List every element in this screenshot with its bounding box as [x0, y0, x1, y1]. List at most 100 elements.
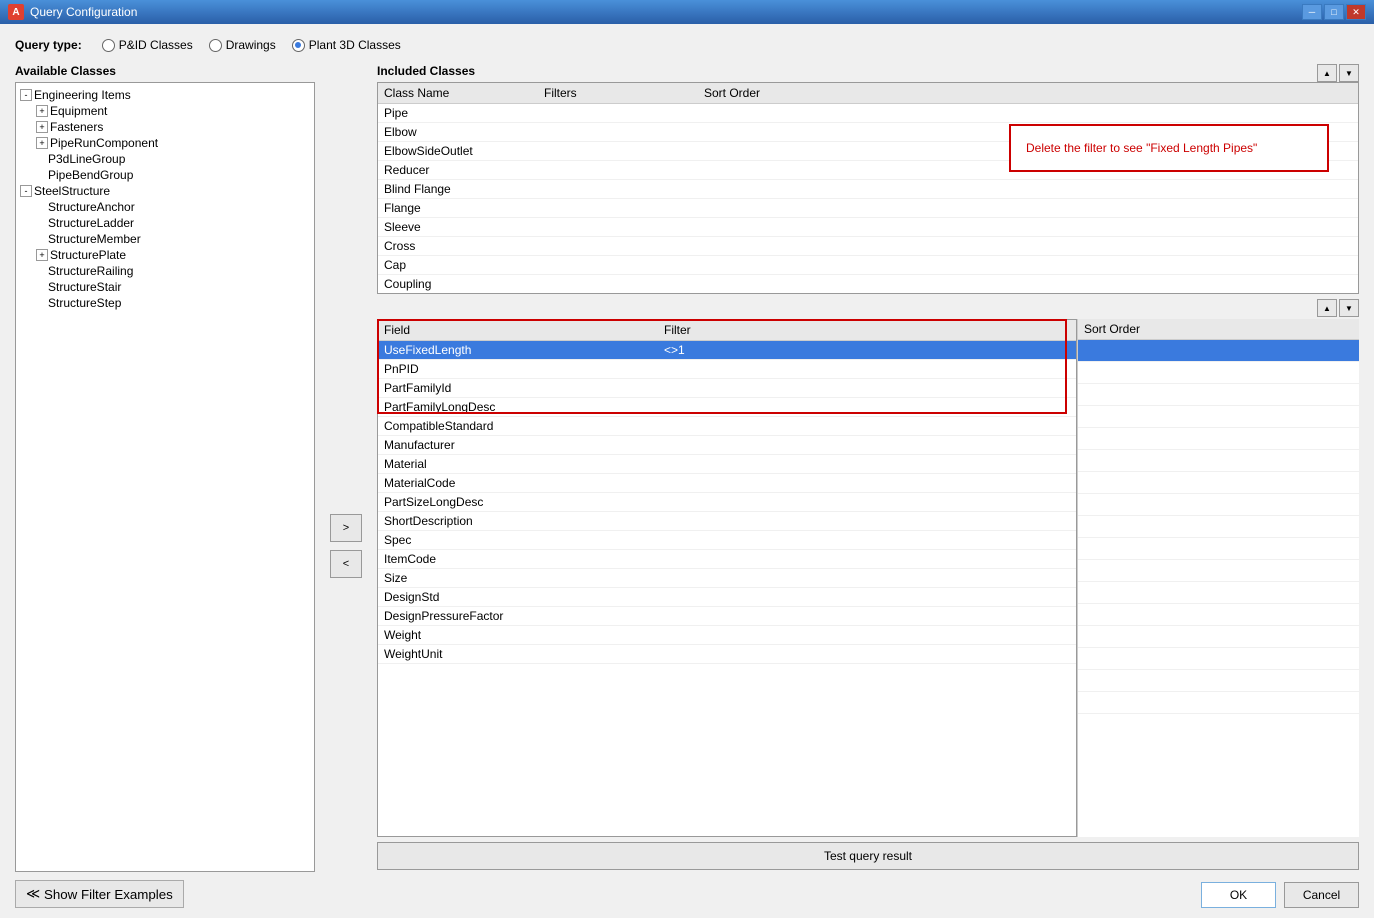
list-item[interactable]: PnPID	[378, 360, 1076, 379]
list-item[interactable]: DesignStd	[378, 588, 1076, 607]
ok-button[interactable]: OK	[1201, 882, 1276, 908]
sort-order-row[interactable]	[1078, 340, 1359, 362]
list-item[interactable]: Manufacturer	[378, 436, 1076, 455]
col-field: Field	[378, 320, 658, 341]
list-item[interactable]: Size	[378, 569, 1076, 588]
tree-item-p3dlinegroup[interactable]: P3dLineGroup	[20, 151, 310, 167]
sort-order-row[interactable]	[1078, 494, 1359, 516]
tree-item-steelstructure[interactable]: - SteelStructure	[20, 183, 310, 199]
list-item[interactable]: DesignPressureFactor	[378, 607, 1076, 626]
show-filter-examples-button[interactable]: ≪ Show Filter Examples	[15, 880, 184, 908]
table-row[interactable]: Blind Flange	[378, 180, 1358, 199]
expand-icon-fasteners[interactable]: +	[36, 121, 48, 133]
sort-order-row[interactable]	[1078, 406, 1359, 428]
sort-order-fields-container[interactable]	[1078, 340, 1359, 837]
tree-item-structuremember[interactable]: StructureMember	[20, 231, 310, 247]
sort-order-row[interactable]	[1078, 692, 1359, 714]
sort-order-row[interactable]	[1078, 604, 1359, 626]
tooltip-box: Delete the filter to see "Fixed Length P…	[1009, 124, 1329, 172]
table-row[interactable]: Coupling	[378, 275, 1358, 294]
included-classes-table-container[interactable]: Class Name Filters Sort Order PipeElbowE…	[377, 82, 1359, 294]
sort-order-row[interactable]	[1078, 472, 1359, 494]
list-item[interactable]: Material	[378, 455, 1076, 474]
table-row[interactable]: Flange	[378, 199, 1358, 218]
radio-drawings[interactable]: Drawings	[209, 38, 276, 52]
sort-order-row[interactable]	[1078, 648, 1359, 670]
expand-icon-structureplate[interactable]: +	[36, 249, 48, 261]
minimize-button[interactable]: ─	[1302, 4, 1322, 20]
tooltip-text: Delete the filter to see "Fixed Length P…	[1026, 141, 1257, 155]
list-item[interactable]: MaterialCode	[378, 474, 1076, 493]
list-item[interactable]: PartFamilyLongDesc	[378, 398, 1076, 417]
list-item[interactable]: PartSizeLongDesc	[378, 493, 1076, 512]
content-area: Available Classes - Engineering Items + …	[15, 64, 1359, 908]
scroll-up-included[interactable]: ▲	[1317, 64, 1337, 82]
tree-item-structureplate[interactable]: + StructurePlate	[20, 247, 310, 263]
tree-item-structurestep[interactable]: StructureStep	[20, 295, 310, 311]
tree-label-structurerailing: StructureRailing	[48, 264, 133, 278]
main-window: Query type: P&ID Classes Drawings Plant …	[0, 24, 1374, 918]
tree-label-piperuncomponent: PipeRunComponent	[50, 136, 158, 150]
add-class-button[interactable]: >	[330, 514, 362, 542]
sort-order-row[interactable]	[1078, 362, 1359, 384]
available-classes-tree[interactable]: - Engineering Items + Equipment + Fasten…	[15, 82, 315, 872]
sort-order-row[interactable]	[1078, 428, 1359, 450]
fields-scroll-arrows: ▲ ▼	[377, 299, 1359, 317]
tree-label-p3dlinegroup: P3dLineGroup	[48, 152, 125, 166]
tree-item-structurerailing[interactable]: StructureRailing	[20, 263, 310, 279]
tree-item-piperuncomponent[interactable]: + PipeRunComponent	[20, 135, 310, 151]
list-item[interactable]: WeightUnit	[378, 645, 1076, 664]
sort-order-row[interactable]	[1078, 384, 1359, 406]
sort-order-row[interactable]	[1078, 538, 1359, 560]
list-item[interactable]: PartFamilyId	[378, 379, 1076, 398]
expand-icon-equipment[interactable]: +	[36, 105, 48, 117]
list-item[interactable]: CompatibleStandard	[378, 417, 1076, 436]
tree-item-structurestair[interactable]: StructureStair	[20, 279, 310, 295]
table-row[interactable]: Cross	[378, 237, 1358, 256]
cancel-button[interactable]: Cancel	[1284, 882, 1359, 908]
list-item[interactable]: ItemCode	[378, 550, 1076, 569]
table-row[interactable]: Cap	[378, 256, 1358, 275]
list-item[interactable]: Spec	[378, 531, 1076, 550]
expand-icon-engineering[interactable]: -	[20, 89, 32, 101]
scroll-up-fields[interactable]: ▲	[1317, 299, 1337, 317]
tree-label-engineering-items: Engineering Items	[34, 88, 131, 102]
list-item[interactable]: UseFixedLength<>1	[378, 341, 1076, 360]
sort-order-row[interactable]	[1078, 582, 1359, 604]
sort-order-row[interactable]	[1078, 670, 1359, 692]
tree-item-equipment[interactable]: + Equipment	[20, 103, 310, 119]
sort-order-row[interactable]	[1078, 516, 1359, 538]
test-query-button[interactable]: Test query result	[377, 842, 1359, 870]
tree-item-structureladder[interactable]: StructureLadder	[20, 215, 310, 231]
sort-order-row[interactable]	[1078, 560, 1359, 582]
list-item[interactable]: Weight	[378, 626, 1076, 645]
scroll-down-fields[interactable]: ▼	[1339, 299, 1359, 317]
fields-table-container[interactable]: Field Filter UseFixedLength<>1PnPIDPartF…	[377, 319, 1077, 837]
expand-icon-steelstructure[interactable]: -	[20, 185, 32, 197]
remove-class-button[interactable]: <	[330, 550, 362, 578]
right-panel: Included Classes ▲ ▼ Class Name Filters …	[377, 64, 1359, 908]
included-classes-section: Included Classes ▲ ▼ Class Name Filters …	[377, 64, 1359, 294]
list-item[interactable]: ShortDescription	[378, 512, 1076, 531]
middle-buttons: > <	[325, 184, 367, 908]
scroll-down-included[interactable]: ▼	[1339, 64, 1359, 82]
tree-item-fasteners[interactable]: + Fasteners	[20, 119, 310, 135]
maximize-button[interactable]: □	[1324, 4, 1344, 20]
table-row[interactable]: Pipe	[378, 104, 1358, 123]
tree-label-pipebendgroup: PipeBendGroup	[48, 168, 133, 182]
radio-pid[interactable]: P&ID Classes	[102, 38, 193, 52]
sort-order-row[interactable]	[1078, 626, 1359, 648]
app-icon: A	[8, 4, 24, 20]
sort-order-row[interactable]	[1078, 450, 1359, 472]
title-bar-text: Query Configuration	[30, 5, 137, 19]
tree-item-pipebendgroup[interactable]: PipeBendGroup	[20, 167, 310, 183]
table-row[interactable]: Sleeve	[378, 218, 1358, 237]
close-button[interactable]: ✕	[1346, 4, 1366, 20]
tree-label-structuremember: StructureMember	[48, 232, 141, 246]
tree-item-engineering-items[interactable]: - Engineering Items	[20, 87, 310, 103]
expand-icon-piperuncomponent[interactable]: +	[36, 137, 48, 149]
radio-plant3d[interactable]: Plant 3D Classes	[292, 38, 401, 52]
title-bar-controls: ─ □ ✕	[1302, 4, 1366, 20]
tree-item-structureanchor[interactable]: StructureAnchor	[20, 199, 310, 215]
show-filter-expand-icon: ≪	[26, 886, 40, 902]
